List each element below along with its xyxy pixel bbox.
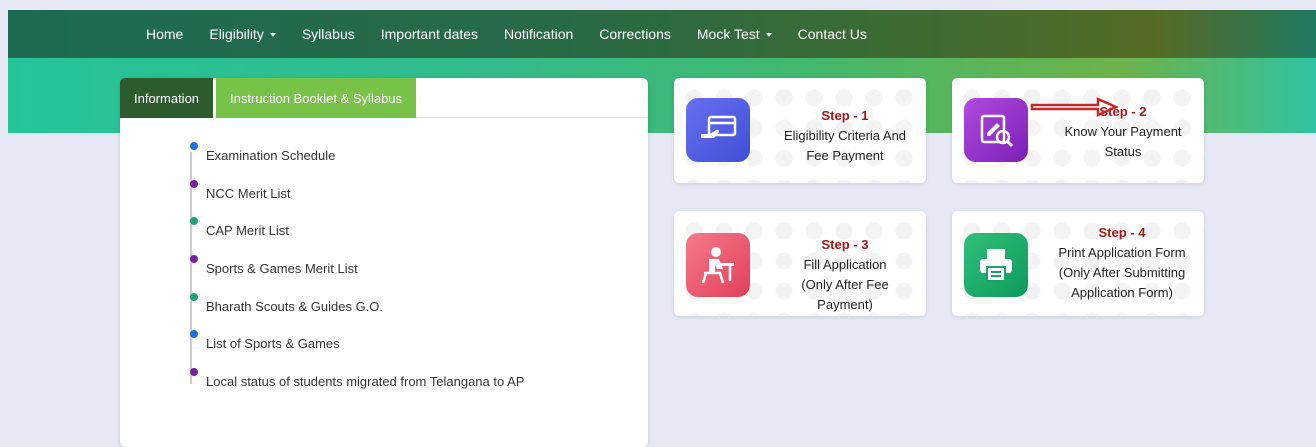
nav-important-dates[interactable]: Important dates: [381, 26, 478, 42]
nav-important-dates-label: Important dates: [380, 26, 479, 42]
list-item-label: CAP Merit List: [206, 223, 289, 239]
nav-notification-label: Notification: [504, 26, 574, 42]
step-4-line1: Print Application Form: [1058, 245, 1186, 260]
step-4-label: Step - 4: [1098, 225, 1146, 240]
nav-syllabus-label: Syllabus: [301, 26, 355, 42]
nav-syllabus[interactable]: Syllabus: [302, 26, 355, 42]
panel-tabs: Information Instruction Booklet & Syllab…: [120, 78, 648, 118]
timeline-dot-icon: [190, 368, 198, 377]
step-4-line2: (Only After Submitting: [1058, 265, 1186, 280]
step-1-line1: Eligibility Criteria And: [783, 128, 907, 143]
step-3-line3: Payment): [817, 297, 873, 312]
tab-information[interactable]: Information: [120, 78, 214, 118]
nav-mock-test-label: Mock Test: [696, 26, 760, 42]
arrow-right-icon: [1030, 97, 1120, 117]
step-4-card[interactable]: Step - 4 Print Application Form (Only Af…: [952, 211, 1204, 316]
list-item-label: NCC Merit List: [206, 185, 291, 201]
step-2-line2: Status: [1104, 144, 1142, 159]
chevron-down-icon: [765, 33, 772, 37]
step-1-line2: Fee Payment: [806, 148, 884, 163]
nav-eligibility-label: Eligibility: [209, 26, 264, 42]
nav-notification[interactable]: Notification: [504, 26, 573, 42]
list-item[interactable]: NCC Merit List: [180, 178, 620, 216]
step-3-line1: Fill Application: [803, 257, 887, 272]
timeline-dot-icon: [190, 330, 198, 339]
nav-contact-us-label: Contact Us: [797, 26, 867, 42]
main-nav: Home Eligibility Syllabus Important date…: [146, 10, 893, 58]
nav-contact-us[interactable]: Contact Us: [798, 26, 867, 42]
list-item[interactable]: CAP Merit List: [180, 215, 620, 253]
step-3-label: Step - 3: [821, 237, 869, 252]
timeline-dot-icon: [190, 292, 198, 301]
nav-corrections[interactable]: Corrections: [599, 26, 671, 42]
list-item-label: Local status of students migrated from T…: [206, 374, 525, 390]
student-desk-icon: [686, 233, 750, 297]
chevron-down-icon: [269, 33, 276, 37]
list-item-label: List of Sports & Games: [206, 336, 340, 352]
information-panel: Information Instruction Booklet & Syllab…: [120, 78, 648, 447]
timeline-dot-icon: [190, 142, 198, 150]
nav-home[interactable]: Home: [146, 26, 183, 42]
list-item[interactable]: Bharath Scouts & Guides G.O.: [180, 291, 620, 329]
list-item-label: Sports & Games Merit List: [206, 261, 358, 277]
tab-instruction-booklet[interactable]: Instruction Booklet & Syllabus: [216, 78, 417, 118]
step-3-line2: (Only After Fee: [801, 277, 889, 292]
payment-card-icon: [686, 98, 750, 162]
nav-home-label: Home: [146, 26, 184, 42]
list-item[interactable]: Sports & Games Merit List: [180, 253, 620, 291]
step-1-label: Step - 1: [821, 108, 869, 123]
nav-mock-test[interactable]: Mock Test: [697, 26, 772, 42]
step-4-line3: Application Form): [1071, 285, 1173, 300]
nav-corrections-label: Corrections: [599, 26, 671, 42]
step-2-card[interactable]: Step - 2 Know Your Payment Status: [952, 78, 1204, 183]
list-item-label: Examination Schedule: [206, 148, 336, 163]
timeline-dot-icon: [190, 217, 198, 226]
step-2-line1: Know Your Payment: [1064, 124, 1182, 139]
list-item[interactable]: Examination Schedule: [180, 140, 620, 178]
tab-instruction-label: Instruction Booklet & Syllabus: [230, 90, 403, 106]
step-3-card[interactable]: Step - 3 Fill Application (Only After Fe…: [674, 211, 926, 316]
timeline-dot-icon: [190, 179, 198, 188]
document-search-icon: [964, 98, 1028, 162]
tab-information-label: Information: [134, 90, 200, 106]
list-item[interactable]: Local status of students migrated from T…: [180, 366, 620, 404]
printer-icon: [964, 233, 1028, 297]
step-1-card[interactable]: Step - 1 Eligibility Criteria And Fee Pa…: [674, 78, 926, 183]
list-item[interactable]: List of Sports & Games: [180, 328, 620, 366]
list-item-label: Bharath Scouts & Guides G.O.: [206, 298, 384, 314]
nav-eligibility[interactable]: Eligibility: [209, 26, 276, 42]
info-list: Examination Schedule NCC Merit List CAP …: [180, 140, 620, 404]
timeline-dot-icon: [190, 255, 198, 264]
